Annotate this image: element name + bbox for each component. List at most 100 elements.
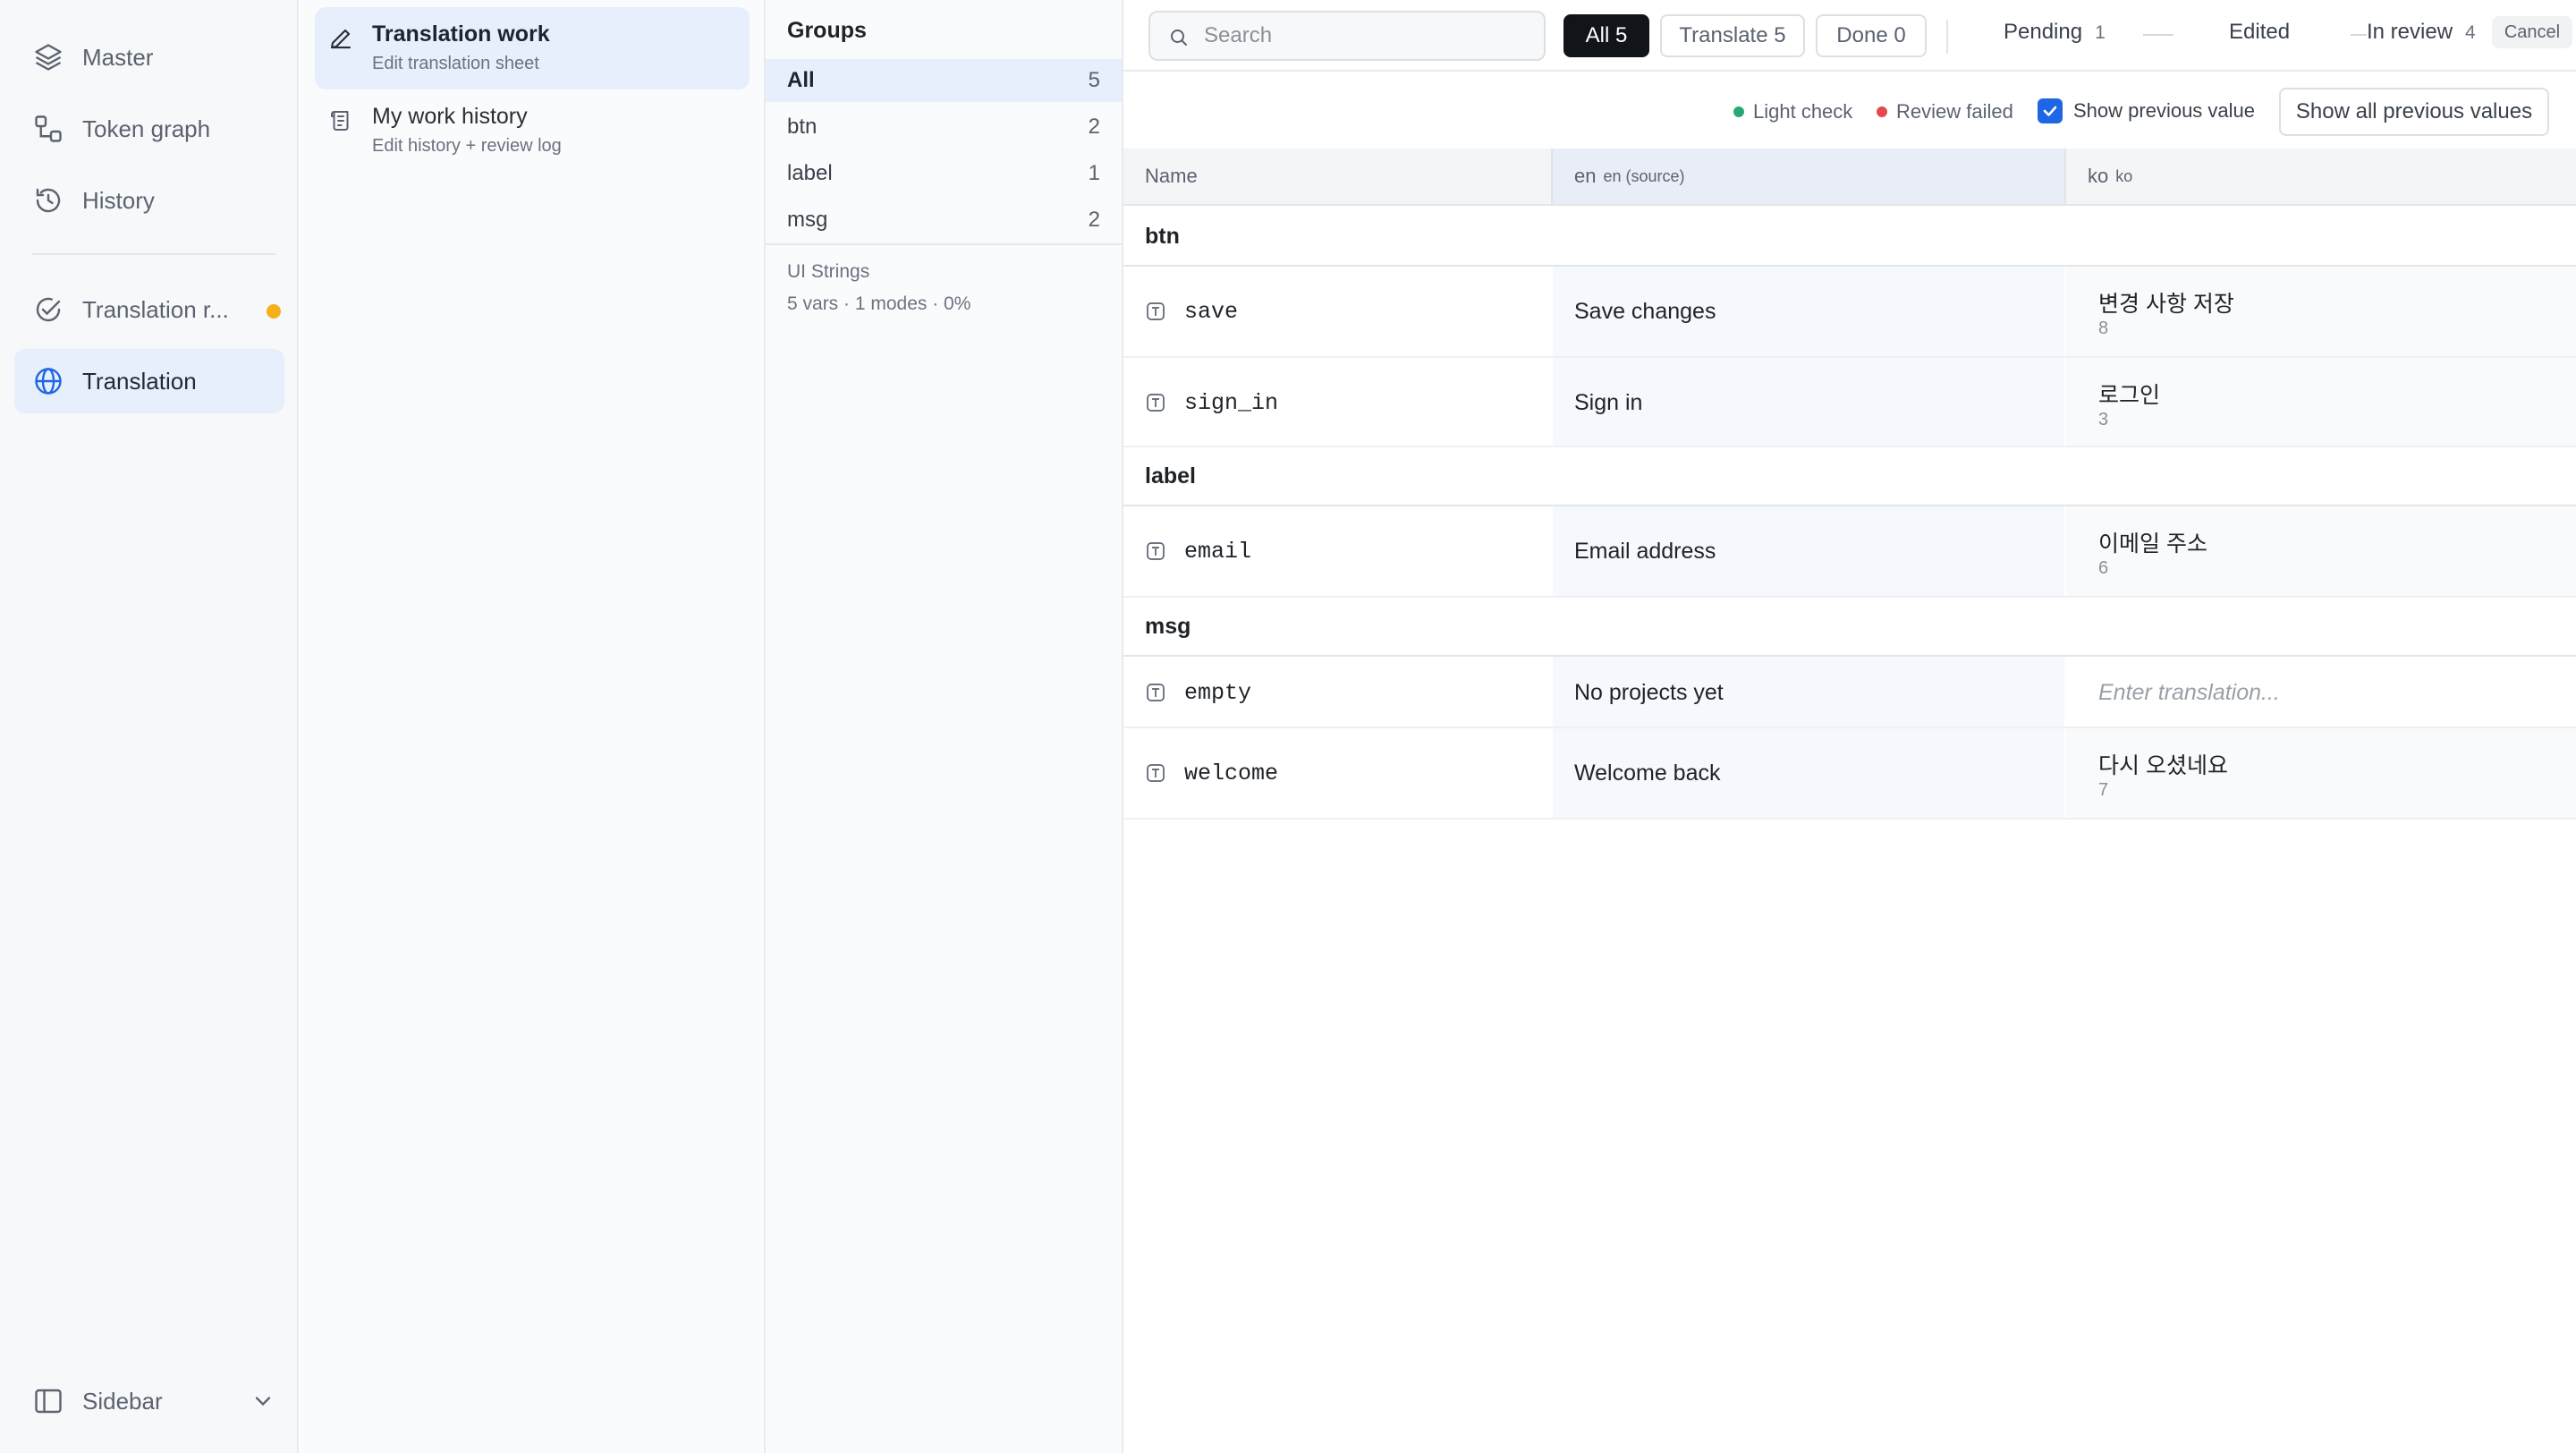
toolbar: All 5 Translate 5 Done 0 Pending 1 Edited…: [1123, 0, 2576, 72]
stage-count: 1: [2095, 22, 2106, 43]
app-window: Master Token graph History Translation r…: [0, 0, 2576, 1453]
search-icon: [1171, 30, 1187, 46]
cancel-button[interactable]: Cancel: [2492, 16, 2572, 48]
sidebar-item-label: History: [82, 186, 155, 214]
table-header: Name en en (source) ko ko: [1123, 149, 2576, 206]
sidebar-item-master[interactable]: Master: [14, 25, 284, 89]
groups-divider: [766, 243, 1122, 245]
text-type-icon: [1147, 684, 1165, 701]
table-row-welcome[interactable]: welcome Welcome back 다시 오셨네요 7: [1123, 728, 2576, 820]
sidebar-toggle-label: Sidebar: [82, 1387, 163, 1415]
sidebar-toggle[interactable]: Sidebar: [14, 1369, 284, 1433]
source-text: No projects yet: [1574, 680, 1724, 705]
filter-all-button[interactable]: All 5: [1563, 14, 1649, 57]
column-header-source: en en (source): [1553, 149, 2064, 204]
red-dot-icon: [1877, 106, 1887, 117]
sidebar-item-token-graph[interactable]: Token graph: [14, 97, 284, 161]
table-row-email[interactable]: email Email address 이메일 주소 6: [1123, 506, 2576, 598]
group-item-all[interactable]: All 5: [766, 59, 1122, 102]
variable-key: save: [1184, 299, 1239, 325]
cell-source: Welcome back: [1553, 728, 2064, 818]
stage-label: In review: [2367, 20, 2453, 44]
column-header-sub: ko: [2115, 166, 2133, 185]
layers-icon: [35, 44, 62, 71]
source-text: Email address: [1574, 539, 1716, 564]
sidebar-panel-icon: [35, 1389, 62, 1414]
groups-panel: Groups All 5 btn 2 label 1 msg 2 UI Stri…: [766, 0, 1123, 1453]
translation-sheet: All 5 Translate 5 Done 0 Pending 1 Edited…: [1123, 0, 2576, 1453]
text-type-icon: [1147, 764, 1165, 782]
sidebar: Master Token graph History Translation r…: [0, 0, 299, 1453]
table-row-save[interactable]: save Save changes 변경 사항 저장 8: [1123, 267, 2576, 358]
sidebar-item-translation-review[interactable]: Translation r...: [14, 277, 284, 342]
translation-input[interactable]: Enter translation...: [2066, 657, 2576, 726]
work-item-translation-work[interactable]: Translation work Edit translation sheet: [315, 7, 750, 89]
work-panel: Translation work Edit translation sheet …: [301, 0, 766, 1453]
group-count: 2: [1088, 115, 1100, 139]
cell-source: No projects yet: [1553, 657, 2064, 726]
checkbox-label: Show previous value: [2073, 99, 2256, 122]
filter-done-button[interactable]: Done 0: [1816, 14, 1927, 57]
work-item-subtitle: Edit history + review log: [372, 136, 562, 156]
work-item-title: Translation work: [372, 21, 550, 47]
stage-label: Edited: [2229, 20, 2291, 44]
source-text: Save changes: [1574, 299, 1716, 324]
cell-translation[interactable]: 다시 오셨네요 7: [2066, 728, 2576, 818]
text-type-icon: [1147, 302, 1165, 320]
column-header-target: ko ko: [2066, 149, 2576, 204]
work-item-title: My work history: [372, 104, 528, 129]
source-text: Welcome back: [1574, 760, 1721, 786]
column-divider: [1551, 149, 1553, 206]
show-all-previous-button[interactable]: Show all previous values: [2279, 88, 2549, 136]
sidebar-item-label: Token graph: [82, 115, 211, 142]
filter-translate-button[interactable]: Translate 5: [1660, 14, 1805, 57]
group-header-msg: msg: [1123, 598, 2576, 657]
graph-icon: [35, 115, 62, 142]
group-count: 2: [1088, 208, 1100, 232]
variable-key: welcome: [1184, 760, 1279, 786]
sidebar-item-translation[interactable]: Translation: [14, 349, 284, 413]
work-item-my-work-history[interactable]: My work history Edit history + review lo…: [315, 89, 750, 172]
group-item-btn[interactable]: btn 2: [766, 106, 1122, 149]
collection-stats: 5 vars · 1 modes · 0%: [787, 293, 971, 314]
legend-label: Light check: [1753, 100, 1853, 123]
group-name: btn: [787, 115, 818, 139]
group-header-btn: btn: [1123, 208, 2576, 267]
toolbar-divider: [1946, 20, 1948, 54]
table-row-sign-in[interactable]: sign_in Sign in 로그인 3: [1123, 358, 2576, 447]
check-circle-icon: [36, 297, 61, 322]
collection-name: UI Strings: [787, 261, 870, 282]
groups-title: Groups: [787, 18, 867, 43]
green-dot-icon: [1733, 106, 1744, 117]
show-previous-checkbox[interactable]: Show previous value: [2038, 98, 2255, 123]
group-item-msg[interactable]: msg 2: [766, 199, 1122, 242]
chevron-down-icon: [255, 1397, 271, 1406]
cell-translation[interactable]: 이메일 주소 6: [2066, 506, 2576, 596]
text-type-icon: [1147, 394, 1165, 412]
translation-text: 다시 오셨네요: [2098, 753, 2228, 778]
column-header-sub: en (source): [1603, 166, 1685, 185]
group-header-label: label: [1123, 447, 2576, 506]
sidebar-item-history[interactable]: History: [14, 168, 284, 233]
variable-key: sign_in: [1184, 390, 1279, 416]
search-input[interactable]: [1204, 20, 1535, 52]
group-item-label[interactable]: label 1: [766, 152, 1122, 195]
char-count: 3: [2098, 410, 2109, 429]
stage-label: Pending: [2004, 20, 2083, 44]
stage-in-review[interactable]: In review 4: [2367, 20, 2476, 45]
column-header-lang: en: [1574, 165, 1597, 187]
cell-name: save: [1123, 267, 1551, 356]
cell-translation[interactable]: 로그인 3: [2066, 358, 2576, 446]
stage-pending[interactable]: Pending 1: [2004, 20, 2106, 45]
checkbox-checked-icon: [2038, 98, 2063, 123]
stage-edited[interactable]: Edited: [2229, 20, 2302, 45]
cell-translation[interactable]: 변경 사항 저장 8: [2066, 267, 2576, 356]
cell-name: sign_in: [1123, 358, 1551, 446]
cell-source: Email address: [1553, 506, 2064, 596]
text-type-icon: [1147, 542, 1165, 560]
globe-icon: [35, 368, 62, 395]
table-row-empty[interactable]: empty No projects yet Enter translation.…: [1123, 657, 2576, 728]
group-count: 5: [1088, 68, 1100, 92]
char-count: 8: [2098, 319, 2109, 338]
cell-name: email: [1123, 506, 1551, 596]
